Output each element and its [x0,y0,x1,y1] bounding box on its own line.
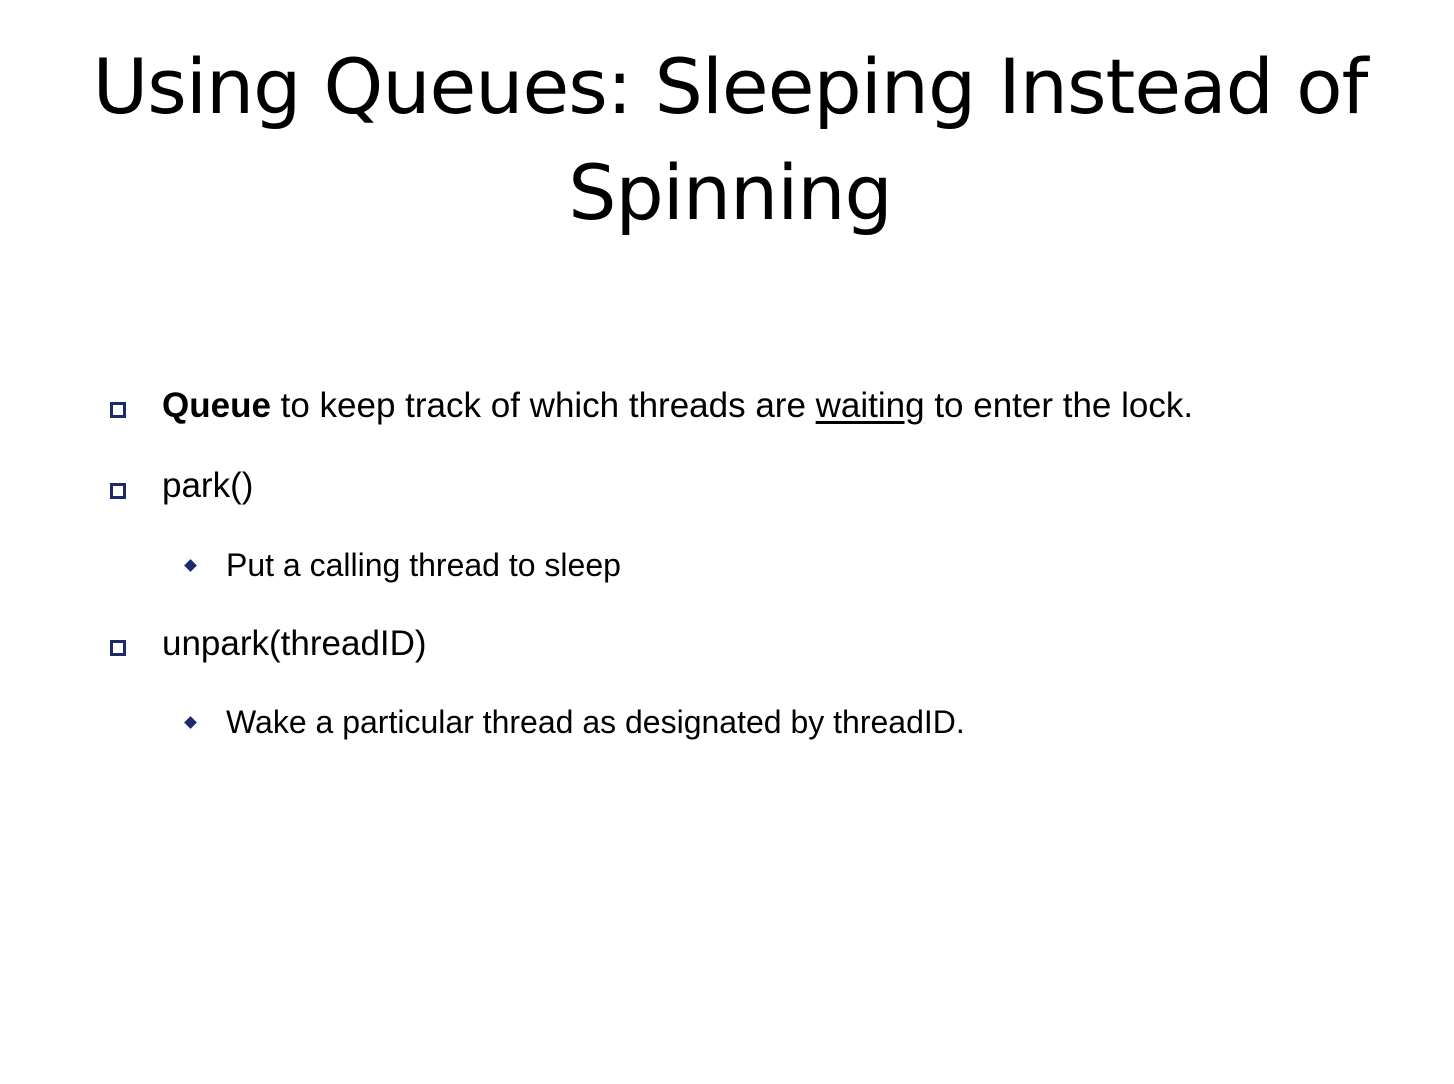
title-line-2: Spinning [568,148,892,237]
hollow-square-icon [110,402,126,418]
bullet-queue-bold: Queue [162,386,271,425]
bullet-unpark: unpark(threadID) [162,624,427,663]
slide-title: Using Queues: Sleeping Instead of Spinni… [60,34,1400,246]
diamond-icon [184,559,197,572]
sub-bullet-unpark-desc: Wake a particular thread as designated b… [226,704,965,740]
bullet-park: park() [162,466,254,505]
bullet-queue-text-2: to enter the lock. [924,386,1194,425]
bullet-queue: Queue to keep track of which threads are… [162,386,1193,426]
title-line-1: Using Queues: Sleeping Instead of [92,42,1369,131]
bullet-queue-underlined: waiting [815,386,925,425]
bullet-queue-text-1: to keep track of which threads are [270,386,816,425]
sub-bullet-park-desc: Put a calling thread to sleep [226,547,621,583]
diamond-icon [184,716,197,729]
hollow-square-icon [110,483,126,499]
slide: Using Queues: Sleeping Instead of Spinni… [0,0,1454,1084]
hollow-square-icon [110,640,126,656]
